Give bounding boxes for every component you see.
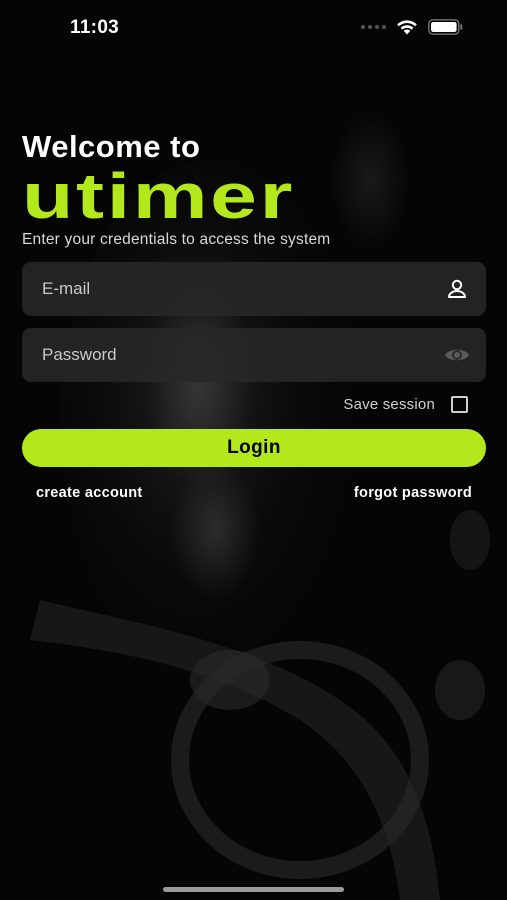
user-icon — [444, 276, 470, 302]
wifi-icon — [397, 20, 417, 35]
status-icons — [361, 19, 463, 35]
forgot-password-link[interactable]: forgot password — [354, 485, 472, 501]
svg-text:utimer: utimer — [22, 170, 295, 224]
auth-links: create account forgot password — [22, 485, 486, 501]
home-indicator — [163, 887, 344, 892]
signal-dots-icon — [361, 25, 386, 29]
save-session-checkbox[interactable] — [451, 396, 468, 413]
save-session-label: Save session — [343, 396, 435, 413]
brand-logo: utimer — [22, 160, 486, 232]
save-session-row: Save session — [22, 396, 486, 413]
status-time: 11:03 — [70, 17, 120, 38]
subtitle: Enter your credentials to access the sys… — [22, 231, 331, 248]
battery-icon — [428, 19, 463, 35]
login-screen: 11:03 Welcome to utimer Enter your crede… — [0, 0, 507, 900]
login-button[interactable]: Login — [22, 429, 486, 467]
status-bar: 11:03 — [0, 0, 507, 56]
password-field-container — [22, 328, 486, 382]
email-field-container — [22, 262, 486, 316]
welcome-heading: Welcome to — [22, 129, 201, 164]
password-field[interactable] — [22, 328, 444, 382]
eye-icon[interactable] — [444, 342, 470, 368]
create-account-link[interactable]: create account — [36, 485, 143, 501]
email-field[interactable] — [22, 262, 444, 316]
login-form: Welcome to utimer Enter your credentials… — [22, 128, 486, 501]
